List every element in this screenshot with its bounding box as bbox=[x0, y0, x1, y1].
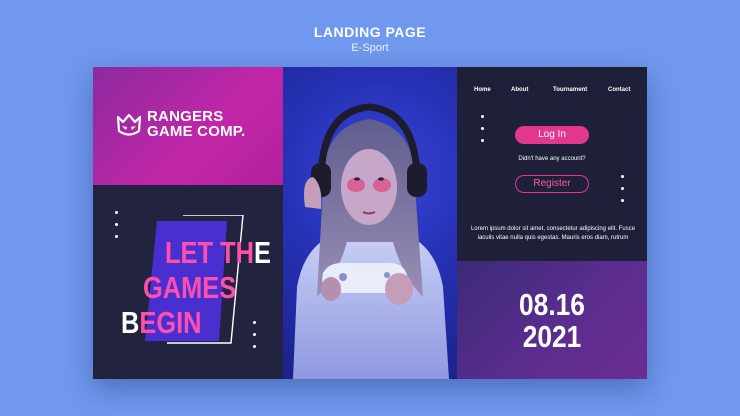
crown-mask-icon bbox=[116, 113, 142, 136]
event-date-day: 08.16 bbox=[519, 287, 585, 322]
brand-name-line2: GAME COMP. bbox=[147, 123, 246, 140]
slogan-line-2: GAMES bbox=[143, 270, 237, 305]
decor-dots-auth bbox=[481, 115, 484, 151]
login-button[interactable]: Log In bbox=[515, 126, 589, 144]
description-text: Lorem ipsum dolor sit amet, consectetur … bbox=[470, 226, 636, 241]
event-date-year: 2021 bbox=[522, 319, 582, 354]
slogan-line1-end: E bbox=[253, 235, 271, 270]
nav-tournament[interactable]: Tournament bbox=[553, 87, 587, 93]
brand-panel: RANGERS GAME COMP. bbox=[93, 67, 283, 185]
slogan-line-3: BEGIN bbox=[121, 307, 202, 338]
nav-auth-panel: Home About Tournament Contact Log In Did… bbox=[457, 67, 647, 261]
hero-slogan-panel: LET THE GAMES BEGIN bbox=[93, 185, 283, 379]
signup-prompt: Didn't have any account? bbox=[518, 156, 586, 162]
decor-dots-auth-right bbox=[621, 175, 624, 211]
nav-about[interactable]: About bbox=[511, 87, 528, 93]
event-date-panel: 08.16 2021 bbox=[457, 261, 647, 379]
landing-card: RANGERS GAME COMP. LET THE GAMES BEGIN H… bbox=[93, 67, 647, 379]
nav-home[interactable]: Home bbox=[474, 87, 491, 93]
brand-name: RANGERS GAME COMP. bbox=[147, 109, 245, 139]
page-title: LANDING PAGE bbox=[313, 24, 427, 40]
hero-photo bbox=[283, 67, 457, 379]
slogan-line-1: LET THE bbox=[165, 237, 271, 268]
slogan-line3-initial: B bbox=[121, 305, 140, 340]
page-subtitle: E-Sport bbox=[351, 42, 389, 54]
slogan-line3-rest: EGIN bbox=[139, 305, 202, 340]
slogan-line1-text: LET TH bbox=[165, 235, 254, 270]
hero-slogan: LET THE GAMES BEGIN bbox=[113, 211, 283, 371]
brand-name-line1: RANGERS bbox=[147, 108, 224, 125]
gamer-illustration bbox=[293, 103, 449, 379]
nav-contact[interactable]: Contact bbox=[608, 87, 630, 93]
register-button[interactable]: Register bbox=[515, 175, 589, 193]
